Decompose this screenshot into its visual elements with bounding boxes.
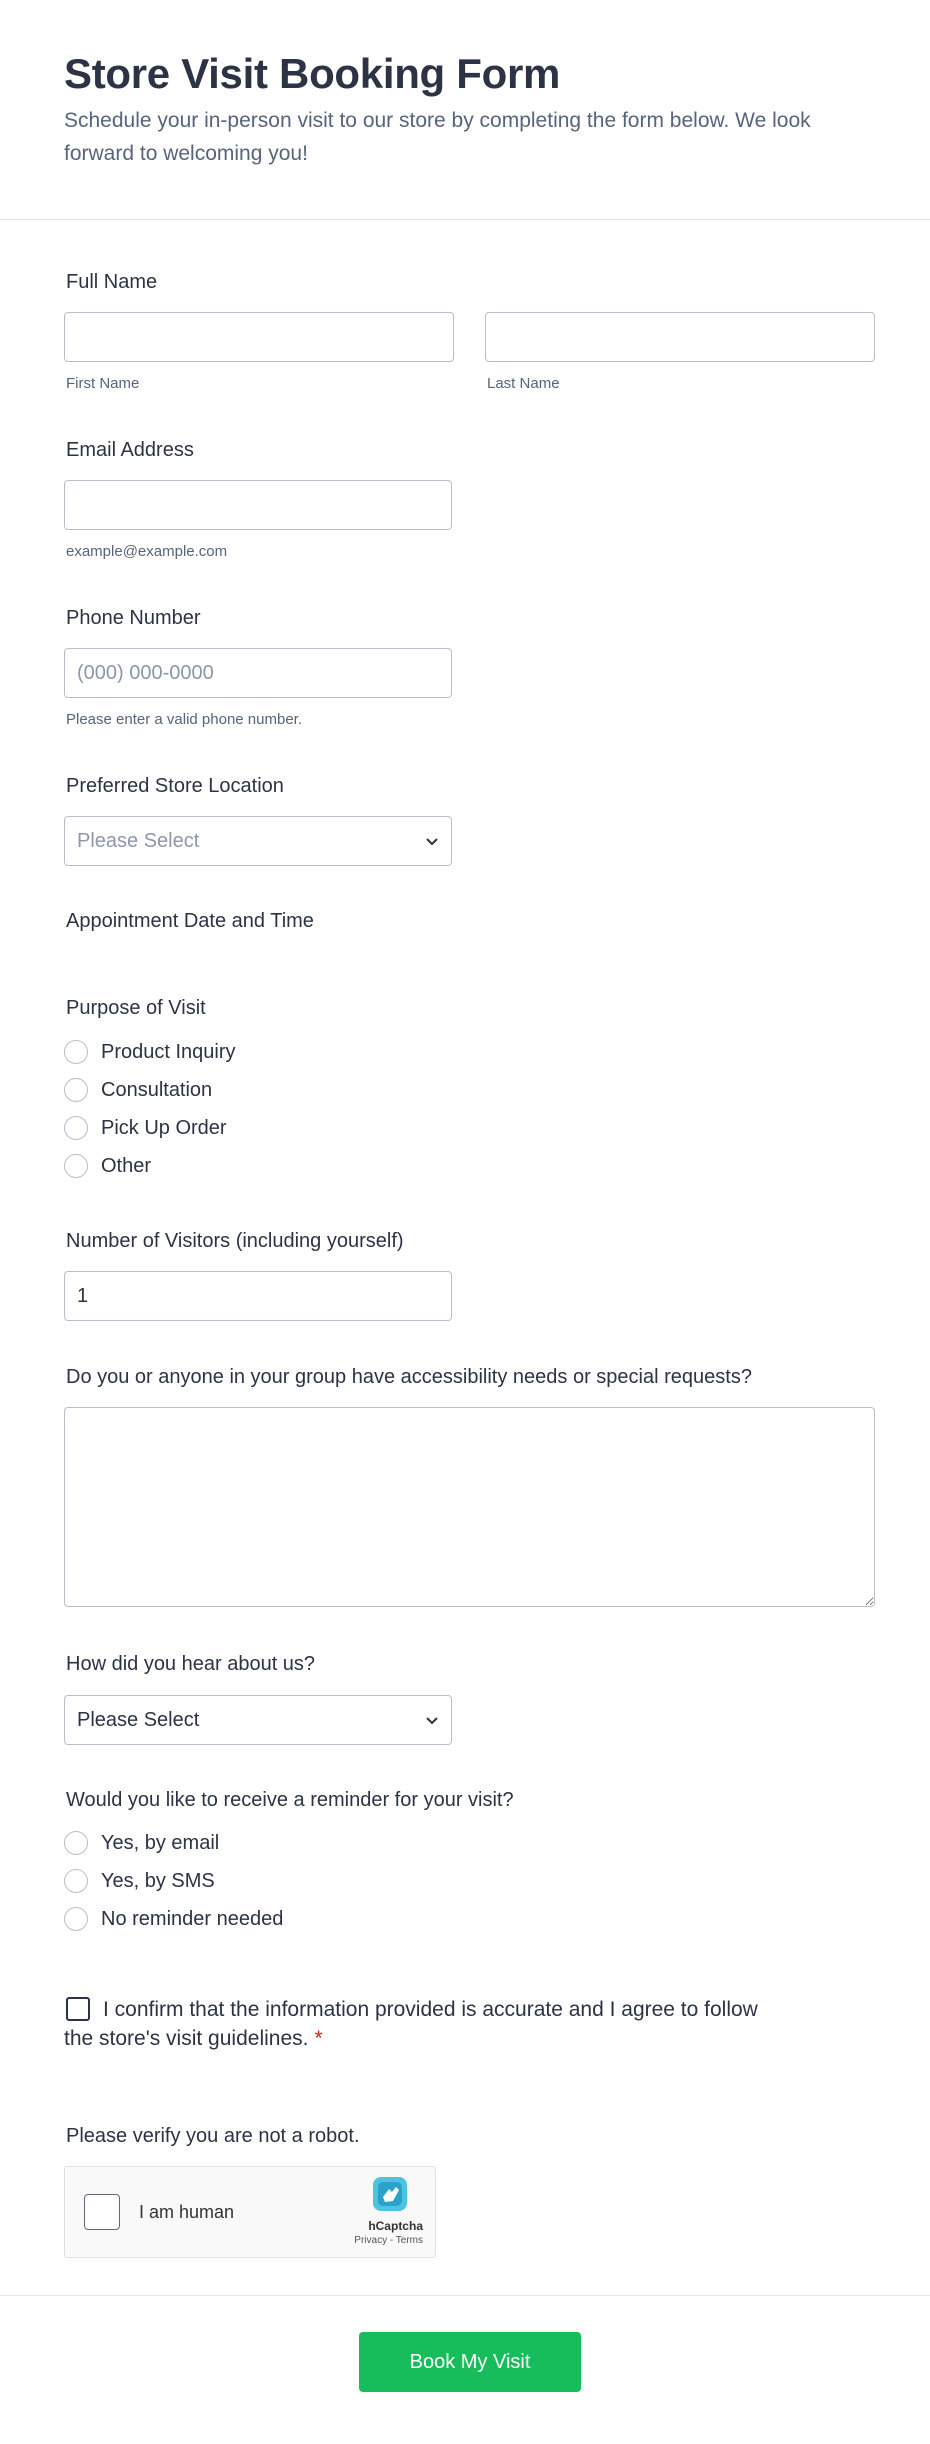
purpose-options: Product Inquiry Consultation Pick Up Ord… xyxy=(64,1033,236,1185)
purpose-option-label: Consultation xyxy=(101,1078,213,1101)
phone-label: Phone Number xyxy=(66,607,201,629)
referral-selected: Please Select xyxy=(77,1708,200,1731)
captcha-links[interactable]: Privacy - Terms xyxy=(354,2235,423,2246)
reminder-option[interactable]: Yes, by SMS xyxy=(64,1862,283,1900)
radio-button[interactable] xyxy=(64,1831,88,1855)
reminder-options: Yes, by email Yes, by SMS No reminder ne… xyxy=(64,1824,283,1938)
chevron-down-icon xyxy=(426,1717,438,1725)
radio-button[interactable] xyxy=(64,1869,88,1893)
book-visit-button[interactable]: Book My Visit xyxy=(359,2332,581,2392)
reminder-option[interactable]: Yes, by email xyxy=(64,1824,283,1862)
required-mark: * xyxy=(314,2027,323,2050)
phone-sublabel: Please enter a valid phone number. xyxy=(66,711,302,728)
captcha-checkbox-label: I am human xyxy=(139,2202,235,2222)
radio-button[interactable] xyxy=(64,1907,88,1931)
reminder-option-label: Yes, by email xyxy=(101,1831,220,1854)
chevron-down-icon xyxy=(426,838,438,846)
accessibility-label: Do you or anyone in your group have acce… xyxy=(66,1366,752,1388)
reminder-option[interactable]: No reminder needed xyxy=(64,1900,283,1938)
reminder-label: Would you like to receive a reminder for… xyxy=(66,1789,514,1811)
footer-divider xyxy=(0,2295,930,2296)
consent-line-2: the store's visit guidelines. * xyxy=(64,2024,323,2053)
captcha-widget: I am human hCaptcha Privacy - Terms xyxy=(64,2166,436,2258)
purpose-option[interactable]: Consultation xyxy=(64,1071,236,1109)
purpose-option[interactable]: Product Inquiry xyxy=(64,1033,236,1071)
first-name-input[interactable] xyxy=(64,312,454,362)
referral-select[interactable]: Please Select xyxy=(64,1695,452,1745)
last-name-input[interactable] xyxy=(485,312,875,362)
radio-button[interactable] xyxy=(64,1040,88,1064)
full-name-label: Full Name xyxy=(66,271,158,293)
purpose-option[interactable]: Pick Up Order xyxy=(64,1109,236,1147)
captcha-brand: hCaptcha xyxy=(368,2219,423,2233)
email-sublabel: example@example.com xyxy=(66,543,228,560)
radio-button[interactable] xyxy=(64,1116,88,1140)
consent-line-2-text: the store's visit guidelines. xyxy=(64,2027,309,2050)
last-name-sublabel: Last Name xyxy=(487,375,560,392)
first-name-sublabel: First Name xyxy=(66,375,140,392)
consent-line-1: I confirm that the information provided … xyxy=(103,1998,758,2021)
appointment-label: Appointment Date and Time xyxy=(66,910,314,932)
visitors-label: Number of Visitors (including yourself) xyxy=(66,1230,404,1252)
form-title: Store Visit Booking Form xyxy=(64,50,561,97)
purpose-option-label: Product Inquiry xyxy=(101,1040,236,1063)
radio-button[interactable] xyxy=(64,1154,88,1178)
email-label: Email Address xyxy=(66,439,194,461)
consent-checkbox[interactable] xyxy=(66,1997,90,2021)
header-divider xyxy=(0,219,930,220)
email-input[interactable] xyxy=(64,480,452,530)
visitors-input[interactable] xyxy=(64,1271,452,1321)
purpose-option-label: Pick Up Order xyxy=(101,1116,227,1139)
hcaptcha-logo-icon xyxy=(373,2177,407,2211)
store-location-label: Preferred Store Location xyxy=(66,775,284,797)
purpose-label: Purpose of Visit xyxy=(66,997,206,1019)
reminder-option-label: Yes, by SMS xyxy=(101,1869,215,1892)
captcha-checkbox[interactable] xyxy=(84,2194,120,2230)
purpose-option-label: Other xyxy=(101,1154,152,1177)
reminder-option-label: No reminder needed xyxy=(101,1907,284,1930)
purpose-option[interactable]: Other xyxy=(64,1147,236,1185)
accessibility-textarea[interactable] xyxy=(64,1407,875,1607)
referral-label: How did you hear about us? xyxy=(66,1653,316,1675)
phone-input[interactable] xyxy=(64,648,452,698)
store-location-select[interactable]: Please Select xyxy=(64,816,452,866)
radio-button[interactable] xyxy=(64,1078,88,1102)
store-location-selected: Please Select xyxy=(77,829,200,852)
captcha-prompt-label: Please verify you are not a robot. xyxy=(66,2125,360,2147)
form-subtitle: Schedule your in-person visit to our sto… xyxy=(64,109,811,165)
